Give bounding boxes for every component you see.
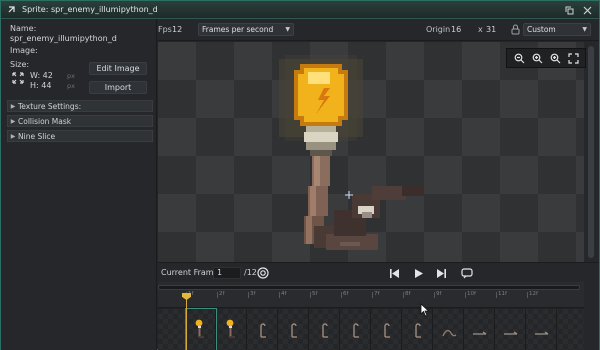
timeline-scrubber[interactable] (158, 285, 580, 290)
frame-number-label: 4f (281, 291, 287, 297)
resize-icon[interactable] (12, 72, 24, 84)
collision-mask-section[interactable]: ▶ Collision Mask (7, 115, 153, 127)
play-icon[interactable] (412, 267, 424, 279)
timeline-tick (279, 292, 280, 298)
section-label: Collision Mask (18, 116, 72, 126)
origin-separator: x (478, 25, 483, 34)
frame-number-label: 8f (405, 291, 411, 297)
timeline-scrollbar[interactable] (584, 282, 599, 350)
frame-thumbnail[interactable] (217, 309, 247, 350)
fps-label: Fps (158, 25, 172, 34)
name-label: Name: (10, 24, 37, 33)
frame-timeline[interactable]: 1f2f3f4f5f6f7f8f9f10f11f12f (158, 282, 584, 350)
scrollbar-thumb[interactable] (588, 46, 594, 258)
frame-number-label: 5f (312, 291, 318, 297)
onion-skin-icon[interactable] (257, 267, 269, 279)
lock-icon[interactable] (511, 24, 521, 35)
frame-number-label: 2f (219, 291, 225, 297)
frame-number-label: 3f (250, 291, 256, 297)
origin-preset-select[interactable]: Custom ▼ (523, 23, 591, 36)
image-label: Image: (10, 46, 38, 55)
timeline-tick (527, 292, 528, 298)
frame-thumbnail[interactable] (496, 309, 526, 350)
speed-mode-value: Frames per second (202, 25, 274, 34)
section-label: Texture Settings: (18, 101, 82, 111)
frame-thumbnail[interactable] (310, 309, 340, 350)
frame-thumbnail[interactable] (465, 309, 495, 350)
frame-number-label: 12f (529, 291, 538, 297)
timeline-tick (496, 292, 497, 298)
timeline-tick (248, 292, 249, 298)
timeline-tick (403, 292, 404, 298)
loop-icon[interactable] (461, 267, 473, 279)
sprite-editor-window: Sprite: spr_enemy_illumipython_d Name: s… (0, 0, 600, 350)
frame-number-label: 7f (374, 291, 380, 297)
nine-slice-section[interactable]: ▶ Nine Slice (7, 130, 153, 142)
cursor-icon (420, 303, 430, 317)
size-label: Size: (10, 60, 30, 69)
zoom-reset-icon[interactable] (548, 51, 562, 65)
zoom-toolbar (506, 48, 586, 68)
origin-label: Origin (426, 25, 451, 34)
frame-strip (158, 308, 584, 350)
window-arrow-icon (7, 5, 17, 15)
timeline-tick (217, 292, 218, 298)
playback-bar: Current Frame: 1 /12 (158, 262, 599, 282)
chevron-down-icon: ▼ (285, 26, 290, 33)
fullscreen-icon[interactable] (566, 51, 580, 65)
zoom-in-icon[interactable] (530, 51, 544, 65)
chevron-down-icon: ▼ (582, 26, 587, 33)
frame-number-label: 9f (436, 291, 442, 297)
origin-y-input[interactable]: 31 (486, 25, 496, 34)
timeline-ruler[interactable]: 1f2f3f4f5f6f7f8f9f10f11f12f (158, 283, 584, 308)
zoom-out-icon[interactable] (512, 51, 526, 65)
timeline-tick (310, 292, 311, 298)
frame-thumbnail[interactable] (248, 309, 278, 350)
canvas-scrollbar[interactable] (584, 42, 599, 262)
height-unit: px (67, 82, 75, 90)
height-value[interactable]: H: 44 (30, 81, 51, 90)
timeline-tick (341, 292, 342, 298)
last-frame-icon[interactable] (435, 267, 447, 279)
expand-arrow-icon: ▶ (10, 117, 16, 125)
title-bar[interactable]: Sprite: spr_enemy_illumipython_d (1, 1, 599, 19)
width-unit: px (67, 72, 75, 80)
frame-thumbnail[interactable] (434, 309, 464, 350)
playhead-line (186, 293, 187, 350)
current-frame-input[interactable]: 1 (213, 267, 241, 279)
frame-number-label: 6f (343, 291, 349, 297)
maximize-icon[interactable] (563, 4, 575, 16)
origin-x-input[interactable]: 16 (451, 25, 461, 34)
frame-number-label: 10f (467, 291, 476, 297)
expand-arrow-icon: ▶ (10, 102, 16, 110)
speed-mode-select[interactable]: Frames per second ▼ (198, 23, 294, 36)
sprite-canvas[interactable] (158, 42, 584, 262)
timeline-tick (465, 292, 466, 298)
timeline-tick (434, 292, 435, 298)
frame-number-label: 11f (498, 291, 507, 297)
first-frame-icon[interactable] (388, 267, 400, 279)
sprite-name-input[interactable]: spr_enemy_illumipython_d (7, 34, 153, 46)
origin-preset-value: Custom (527, 25, 556, 34)
width-value[interactable]: W: 42 (30, 71, 53, 80)
window-title: Sprite: spr_enemy_illumipython_d (22, 5, 158, 14)
timeline-tick (372, 292, 373, 298)
animation-toolbar: Fps 12 Frames per second ▼ Origin 16 x 3… (158, 19, 599, 41)
frame-thumbnail[interactable] (372, 309, 402, 350)
frame-thumbnail[interactable] (279, 309, 309, 350)
import-button[interactable]: Import (89, 81, 147, 94)
frame-thumbnail[interactable] (341, 309, 371, 350)
frame-thumbnail[interactable] (185, 308, 217, 350)
texture-settings-section[interactable]: ▶ Texture Settings: (7, 100, 153, 112)
close-icon[interactable] (581, 4, 593, 16)
edit-image-button[interactable]: Edit Image (89, 62, 147, 75)
section-label: Nine Slice (18, 131, 56, 141)
frame-thumbnail[interactable] (527, 309, 557, 350)
sprite-preview-image (279, 55, 424, 250)
fps-input[interactable]: 12 (172, 25, 182, 34)
properties-panel: Name: spr_enemy_illumipython_d Image: Si… (1, 19, 157, 350)
expand-arrow-icon: ▶ (10, 132, 16, 140)
total-frames: /12 (244, 268, 257, 277)
